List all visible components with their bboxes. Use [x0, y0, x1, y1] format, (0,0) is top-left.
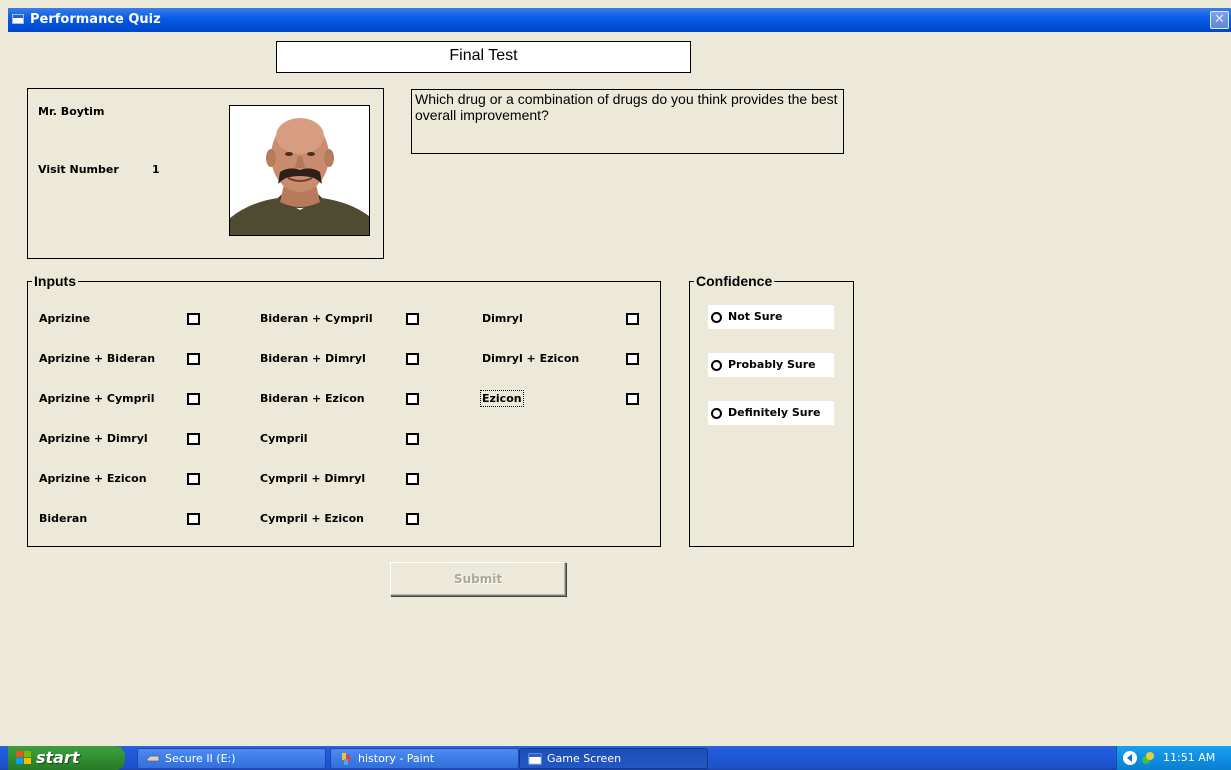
option-checkbox-bideran-dimryl[interactable] [406, 353, 419, 365]
patient-photo-image [230, 106, 369, 235]
option-label: Bideran + Cympril [260, 312, 373, 325]
radio-label: Not Sure [728, 310, 783, 323]
radio-circle-icon[interactable] [711, 312, 722, 323]
option-label: Dimryl [482, 312, 523, 325]
visit-number-value: 1 [152, 163, 160, 176]
paint-icon [342, 753, 350, 765]
confidence-legend: Confidence [694, 273, 775, 289]
option-checkbox-bideran[interactable] [187, 513, 200, 525]
taskbar-item-label: history - Paint [358, 752, 435, 765]
tray-collapse-icon[interactable] [1123, 751, 1137, 765]
confidence-option-definitely-sure[interactable]: Definitely Sure [708, 401, 834, 425]
option-checkbox-dimryl[interactable] [626, 313, 639, 325]
radio-label: Probably Sure [728, 358, 816, 371]
question-text: Which drug or a combination of drugs do … [411, 89, 844, 154]
window-title-bar[interactable]: Performance Quiz ✕ [8, 8, 1231, 32]
option-checkbox-aprizine-dimryl[interactable] [187, 433, 200, 445]
taskbar-item-game-screen[interactable]: Game Screen [519, 748, 708, 769]
test-title: Final Test [276, 41, 691, 73]
option-checkbox-dimryl-ezicon[interactable] [626, 353, 639, 365]
taskbar-item-label: Secure II (E:) [165, 752, 236, 765]
option-label: Aprizine + Dimryl [39, 432, 148, 445]
patient-panel: Mr. Boytim Visit Number 1 [27, 88, 384, 259]
patient-name: Mr. Boytim [38, 105, 105, 118]
system-tray: 11:51 AM [1116, 746, 1231, 770]
app-window-icon [12, 14, 24, 24]
option-label: Bideran [39, 512, 88, 525]
confidence-group: Confidence Not Sure Probably Sure Defini… [689, 273, 854, 547]
window-icon [528, 753, 542, 765]
taskbar-item-label: Game Screen [547, 752, 622, 765]
radio-circle-icon[interactable] [711, 360, 722, 371]
close-button[interactable]: ✕ [1210, 11, 1229, 29]
radio-label: Definitely Sure [728, 406, 821, 419]
confidence-option-probably-sure[interactable]: Probably Sure [708, 353, 834, 377]
taskbar-item-history-paint[interactable]: history - Paint [330, 748, 519, 769]
visit-number-label: Visit Number [38, 163, 119, 176]
option-label: Dimryl + Ezicon [482, 352, 580, 365]
option-label: Bideran + Dimryl [260, 352, 366, 365]
option-checkbox-cympril[interactable] [406, 433, 419, 445]
windows-logo-icon [16, 751, 31, 765]
start-label: start [36, 748, 80, 767]
option-label: Cympril + Dimryl [260, 472, 366, 485]
option-label: Bideran + Ezicon [260, 392, 365, 405]
option-label: Aprizine [39, 312, 91, 325]
option-checkbox-bideran-ezicon[interactable] [406, 393, 419, 405]
option-label: Cympril + Ezicon [260, 512, 365, 525]
option-checkbox-cympril-ezicon[interactable] [406, 513, 419, 525]
inputs-legend: Inputs [32, 273, 78, 289]
option-checkbox-aprizine-cympril[interactable] [187, 393, 200, 405]
window-title: Performance Quiz [30, 12, 161, 27]
inputs-group: Inputs Aprizine Aprizine + Bideran Apriz… [27, 273, 661, 547]
option-label: Aprizine + Bideran [39, 352, 156, 365]
clock[interactable]: 11:51 AM [1163, 751, 1215, 764]
option-label: Aprizine + Cympril [39, 392, 155, 405]
radio-circle-icon[interactable] [711, 408, 722, 419]
submit-button[interactable]: Submit [390, 562, 566, 596]
start-button[interactable]: start [8, 746, 125, 770]
option-label: Ezicon [480, 390, 524, 407]
option-label: Cympril [260, 432, 308, 445]
option-label: Aprizine + Ezicon [39, 472, 147, 485]
option-checkbox-ezicon[interactable] [626, 393, 639, 405]
option-checkbox-cympril-dimryl[interactable] [406, 473, 419, 485]
taskbar: start Secure II (E:) history - Paint Gam… [0, 746, 1231, 770]
option-checkbox-bideran-cympril[interactable] [406, 313, 419, 325]
option-checkbox-aprizine-ezicon[interactable] [187, 473, 200, 485]
confidence-option-not-sure[interactable]: Not Sure [708, 305, 834, 329]
taskbar-item-secure-ii[interactable]: Secure II (E:) [137, 748, 326, 769]
network-icon[interactable] [1141, 751, 1155, 765]
drive-icon [146, 755, 160, 762]
patient-photo [229, 105, 370, 236]
option-checkbox-aprizine-bideran[interactable] [187, 353, 200, 365]
option-checkbox-aprizine[interactable] [187, 313, 200, 325]
